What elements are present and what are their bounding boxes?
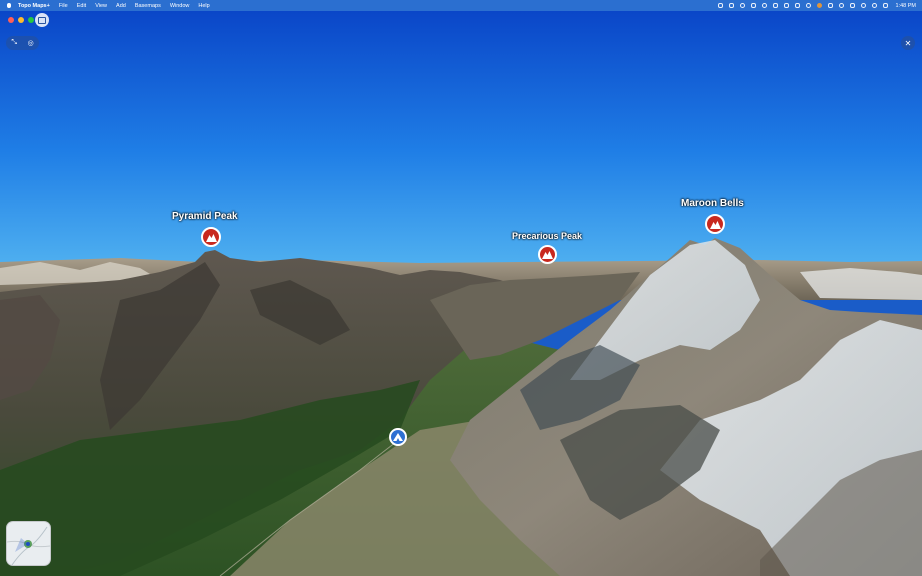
peak-pin-precarious[interactable] <box>538 245 557 264</box>
location-icon[interactable] <box>717 3 723 8</box>
status-area: 1:48 PM <box>717 0 916 11</box>
menu-bar: Topo Maps+ File Edit View Add Basemaps W… <box>0 0 922 11</box>
menu-add[interactable]: Add <box>116 3 126 9</box>
battery-icon[interactable] <box>849 3 855 8</box>
close-icon: ✕ <box>904 38 912 48</box>
menu-file[interactable]: File <box>59 3 68 9</box>
notification-dot-icon[interactable] <box>816 3 822 8</box>
distant-snow-right <box>800 268 922 300</box>
tent-icon <box>393 433 403 441</box>
apple-menu-icon[interactable] <box>7 3 11 8</box>
mountain-icon <box>205 233 217 242</box>
close-3d-view-button[interactable]: ✕ <box>901 36 915 50</box>
menu-help[interactable]: Help <box>198 3 209 9</box>
menu-app-name[interactable]: Topo Maps+ <box>18 3 50 9</box>
menu-view[interactable]: View <box>95 3 107 9</box>
display-icon[interactable] <box>728 3 734 8</box>
peak-label-pyramid: Pyramid Peak <box>172 211 238 222</box>
vpn-icon[interactable] <box>783 3 789 8</box>
mountain-icon <box>709 220 721 229</box>
settings-icon[interactable] <box>805 3 811 8</box>
mountain-icon <box>542 251 553 259</box>
peak-label-precarious: Precarious Peak <box>512 231 583 241</box>
window-zoom-button[interactable] <box>28 17 34 23</box>
peak-label-maroon-bells: Maroon Bells <box>681 198 744 209</box>
search-icon[interactable] <box>871 3 877 8</box>
record-icon[interactable] <box>761 3 767 8</box>
history-icon[interactable] <box>838 3 844 8</box>
menu-extra-icon[interactable] <box>827 3 833 8</box>
menu-basemaps[interactable]: Basemaps <box>135 3 161 9</box>
menu-window[interactable]: Window <box>170 3 190 9</box>
window-close-button[interactable] <box>8 17 14 23</box>
window-controls <box>8 17 34 23</box>
sync-icon[interactable] <box>739 3 745 8</box>
minimap[interactable] <box>6 521 51 566</box>
wifi-icon[interactable] <box>860 3 866 8</box>
sidebar-toggle-button[interactable] <box>35 13 49 27</box>
menu-clock[interactable]: 1:48 PM <box>896 3 916 9</box>
location-target-icon[interactable]: ◎ <box>28 39 34 47</box>
control-center-icon[interactable] <box>882 3 888 8</box>
keyboard-icon[interactable] <box>794 3 800 8</box>
map-tools-pill: ⤡ ◎ <box>6 36 39 50</box>
terrain-3d-view[interactable] <box>0 11 922 576</box>
sky <box>0 11 922 266</box>
window-minimize-button[interactable] <box>18 17 24 23</box>
peak-pin-pyramid[interactable] <box>201 227 221 247</box>
menu-edit[interactable]: Edit <box>77 3 86 9</box>
expand-icon[interactable]: ⤡ <box>11 39 17 47</box>
clipboard-icon[interactable] <box>750 3 756 8</box>
send-icon[interactable] <box>772 3 778 8</box>
minimap-map <box>7 526 50 565</box>
peak-pin-maroon-bells[interactable] <box>705 214 725 234</box>
sidebar-icon <box>38 16 46 24</box>
campsite-pin[interactable] <box>389 428 407 446</box>
